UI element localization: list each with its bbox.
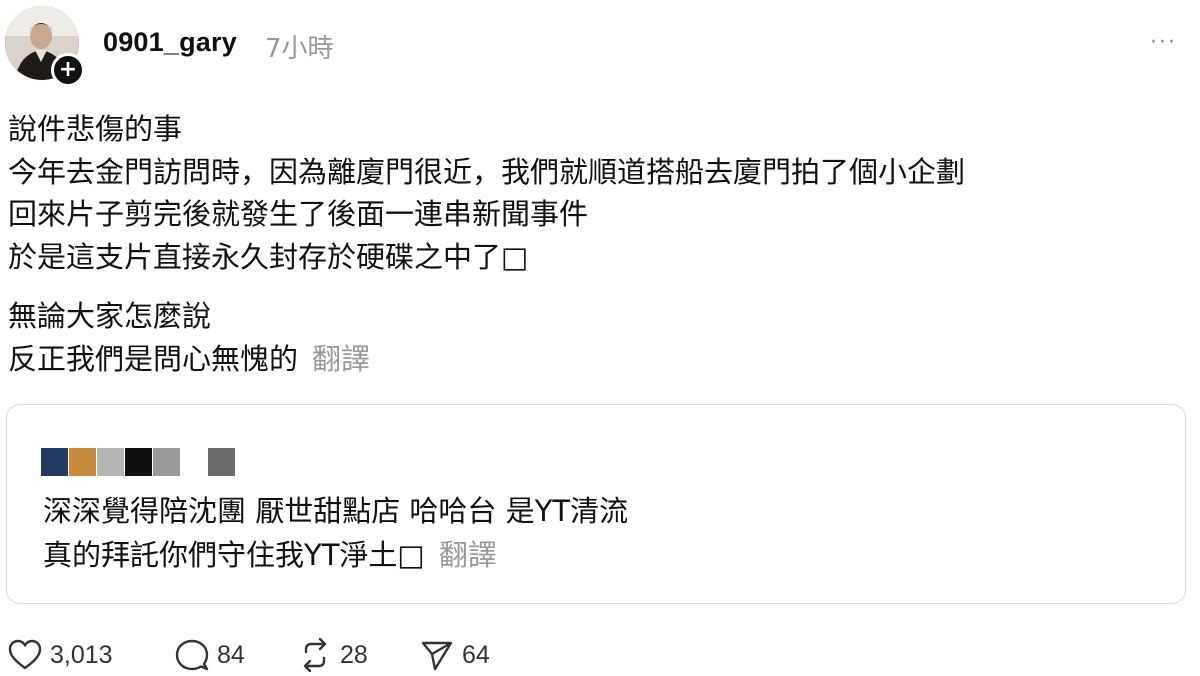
redaction-block — [125, 448, 152, 476]
share-icon — [421, 641, 453, 671]
reply-button[interactable]: 84 — [175, 638, 245, 672]
repost-button[interactable]: 28 — [298, 638, 368, 672]
follow-plus-icon[interactable]: + — [51, 53, 85, 87]
heart-icon — [8, 639, 42, 670]
redaction-block — [69, 448, 96, 476]
quoted-post-card[interactable]: 深深覺得陪沈團 厭世甜點店 哈哈台 是YT清流 真的拜託你們守住我YT淨土□ 翻譯 — [6, 404, 1186, 604]
more-options-icon[interactable]: ··· — [1150, 30, 1177, 55]
share-count: 64 — [462, 640, 490, 669]
author-username[interactable]: 0901_gary — [103, 27, 237, 58]
like-button[interactable]: 3,013 — [8, 638, 113, 672]
quote-line-last: 真的拜託你們守住我YT淨土□ 翻譯 — [43, 533, 628, 577]
quote-line: 深深覺得陪沈團 厭世甜點店 哈哈台 是YT清流 — [43, 494, 629, 528]
post-text: 說件悲傷的事 今年去金門訪問時，因為離廈門很近，我們就順道搭船去廈門拍了個小企劃… — [8, 108, 1188, 380]
post-line: 於是這支片直接永久封存於硬碟之中了□ — [8, 239, 529, 274]
repost-icon — [303, 638, 327, 672]
redaction-block — [208, 448, 235, 476]
redaction-block — [97, 448, 124, 476]
translate-link[interactable]: 翻譯 — [312, 342, 370, 376]
redaction-block — [41, 448, 68, 476]
quote-translate-link[interactable]: 翻譯 — [439, 538, 497, 572]
post-timestamp[interactable]: 7小時 — [265, 28, 334, 65]
post-line-text: 反正我們是問心無愧的 — [8, 341, 299, 376]
share-button[interactable]: 64 — [420, 638, 490, 672]
like-count: 3,013 — [50, 640, 113, 669]
comment-icon — [175, 639, 209, 671]
quoted-post-text: 深深覺得陪沈團 厭世甜點店 哈哈台 是YT清流 真的拜託你們守住我YT淨土□ 翻譯 — [43, 489, 628, 577]
repost-count: 28 — [340, 640, 368, 669]
post-actions-bar: 3,013 84 28 64 — [0, 630, 1200, 676]
quote-line-text: 真的拜託你們守住我YT淨土□ — [43, 538, 425, 572]
post-line: 今年去金門訪問時，因為離廈門很近，我們就順道搭船去廈門拍了個小企劃 — [8, 154, 966, 189]
reply-count: 84 — [217, 640, 245, 669]
post-line-last: 反正我們是問心無愧的 翻譯 — [8, 338, 1188, 381]
redaction-block — [153, 448, 180, 476]
post-line: 回來片子剪完後就發生了後面一連串新聞事件 — [8, 197, 589, 231]
post-line: 無論大家怎麼說 — [8, 299, 212, 333]
post-line: 說件悲傷的事 — [8, 112, 183, 146]
post-header: + 0901_gary 7小時 ··· — [0, 0, 1200, 95]
